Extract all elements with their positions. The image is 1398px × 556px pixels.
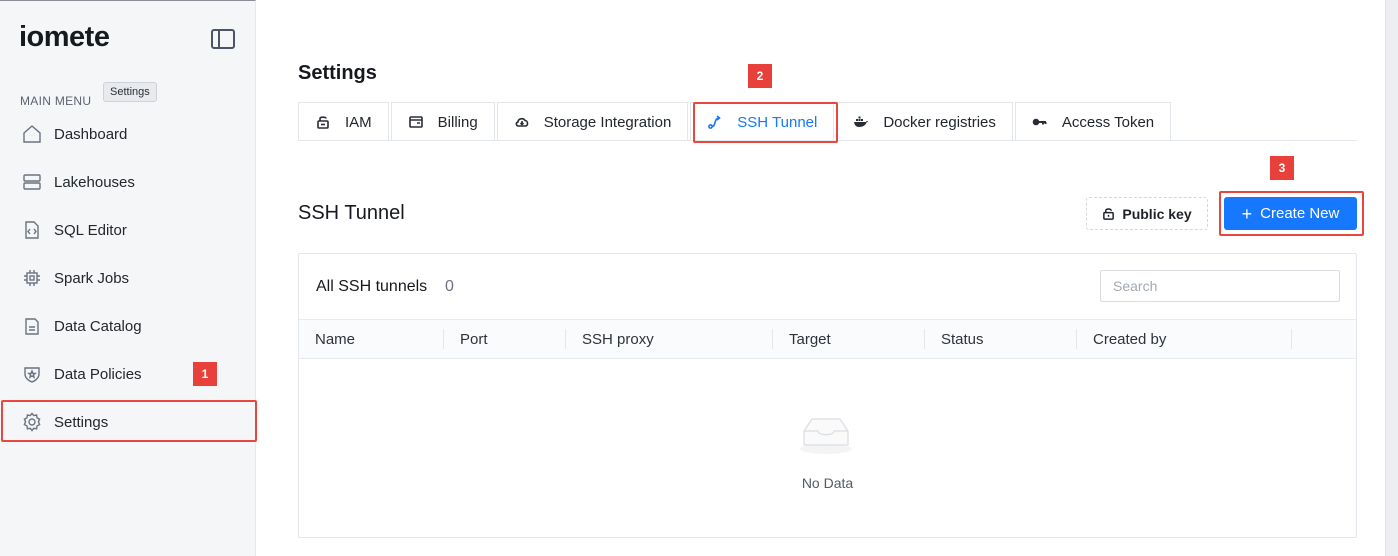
sidebar-item-sql-editor[interactable]: SQL Editor xyxy=(0,210,256,250)
annotation-badge-3: 3 xyxy=(1270,156,1294,180)
create-new-button[interactable]: + Create New xyxy=(1224,197,1357,230)
tab-label: IAM xyxy=(345,113,372,131)
sidebar-item-lakehouses[interactable]: Lakehouses xyxy=(0,162,256,202)
tabs-divider xyxy=(298,140,1357,141)
sidebar-item-settings[interactable]: Settings xyxy=(0,402,256,442)
lock-icon xyxy=(315,114,331,130)
server-icon xyxy=(22,172,42,192)
card-title: All SSH tunnels xyxy=(316,278,428,295)
logo: iomete xyxy=(19,21,110,53)
column-header-status[interactable]: Status xyxy=(925,320,1077,358)
column-header-target[interactable]: Target xyxy=(773,320,925,358)
sidebar-item-label: SQL Editor xyxy=(54,221,127,239)
document-icon xyxy=(22,316,42,336)
sidebar-item-label: Data Catalog xyxy=(54,317,142,335)
column-header-created-by[interactable]: Created by xyxy=(1077,320,1292,358)
route-icon xyxy=(707,114,723,130)
column-header-ssh-proxy[interactable]: SSH proxy xyxy=(566,320,773,358)
ssh-tunnels-card: All SSH tunnels 0 Name Port SSH proxy Ta… xyxy=(298,253,1357,538)
sidebar-item-label: Spark Jobs xyxy=(54,269,130,287)
empty-inbox-icon xyxy=(800,418,852,454)
key-icon xyxy=(1032,114,1048,130)
tab-docker-registries[interactable]: Docker registries xyxy=(836,102,1013,141)
sidebar-item-dashboard[interactable]: Dashboard xyxy=(0,114,256,154)
tab-billing[interactable]: Billing xyxy=(390,102,495,141)
tab-storage-integration[interactable]: Storage Integration xyxy=(496,102,689,141)
sidebar-item-label: Data Policies xyxy=(54,365,142,383)
code-file-icon xyxy=(22,220,42,240)
scrollbar-track[interactable] xyxy=(1385,0,1398,556)
tab-access-token[interactable]: Access Token xyxy=(1014,102,1172,141)
column-header-port[interactable]: Port xyxy=(444,320,566,358)
page-title: Settings xyxy=(298,62,377,84)
sidebar-item-label: Dashboard xyxy=(54,125,128,143)
gear-icon xyxy=(22,412,42,432)
sidebar-item-label: Lakehouses xyxy=(54,173,135,191)
annotation-badge-1: 1 xyxy=(193,362,217,386)
home-icon xyxy=(22,124,42,144)
shield-star-icon xyxy=(22,364,42,384)
tab-iam[interactable]: IAM xyxy=(298,102,389,141)
chip-icon xyxy=(22,268,42,288)
sidebar-item-data-policies[interactable]: Data Policies xyxy=(0,354,256,394)
sidebar-collapse-icon[interactable] xyxy=(211,29,235,49)
create-new-label: Create New xyxy=(1260,205,1340,222)
public-key-label: Public key xyxy=(1122,205,1192,222)
sidebar-item-spark-jobs[interactable]: Spark Jobs xyxy=(0,258,256,298)
empty-state-text: No Data xyxy=(801,475,854,491)
tab-label: Billing xyxy=(437,113,478,131)
docker-icon xyxy=(853,114,869,130)
settings-tooltip: Settings xyxy=(103,82,157,102)
wallet-icon xyxy=(408,114,424,130)
tab-label: Docker registries xyxy=(883,113,996,131)
public-key-button[interactable]: Public key xyxy=(1086,197,1208,230)
tab-label: SSH Tunnel xyxy=(737,113,818,131)
plus-icon: + xyxy=(1241,203,1253,224)
tab-ssh-tunnel[interactable]: SSH Tunnel xyxy=(690,102,835,141)
unlock-icon xyxy=(1103,208,1115,220)
cloud-download-icon xyxy=(514,114,530,130)
settings-tabs: IAM Billing Storage Integration SSH Tunn… xyxy=(298,102,1173,141)
search-input[interactable] xyxy=(1100,270,1340,302)
sidebar: iomete MAIN MENU Settings Dashboard Lake… xyxy=(0,0,256,556)
tunnel-count: 0 xyxy=(445,278,454,295)
main-menu-caption: MAIN MENU xyxy=(20,94,92,108)
column-header-name[interactable]: Name xyxy=(299,320,444,358)
section-title: SSH Tunnel xyxy=(298,202,405,224)
annotation-badge-2: 2 xyxy=(748,64,772,88)
sidebar-item-label: Settings xyxy=(54,413,109,431)
sidebar-item-data-catalog[interactable]: Data Catalog xyxy=(0,306,256,346)
tab-label: Access Token xyxy=(1061,113,1155,131)
tab-label: Storage Integration xyxy=(543,113,672,131)
table-header: Name Port SSH proxy Target Status Create… xyxy=(299,319,1356,359)
